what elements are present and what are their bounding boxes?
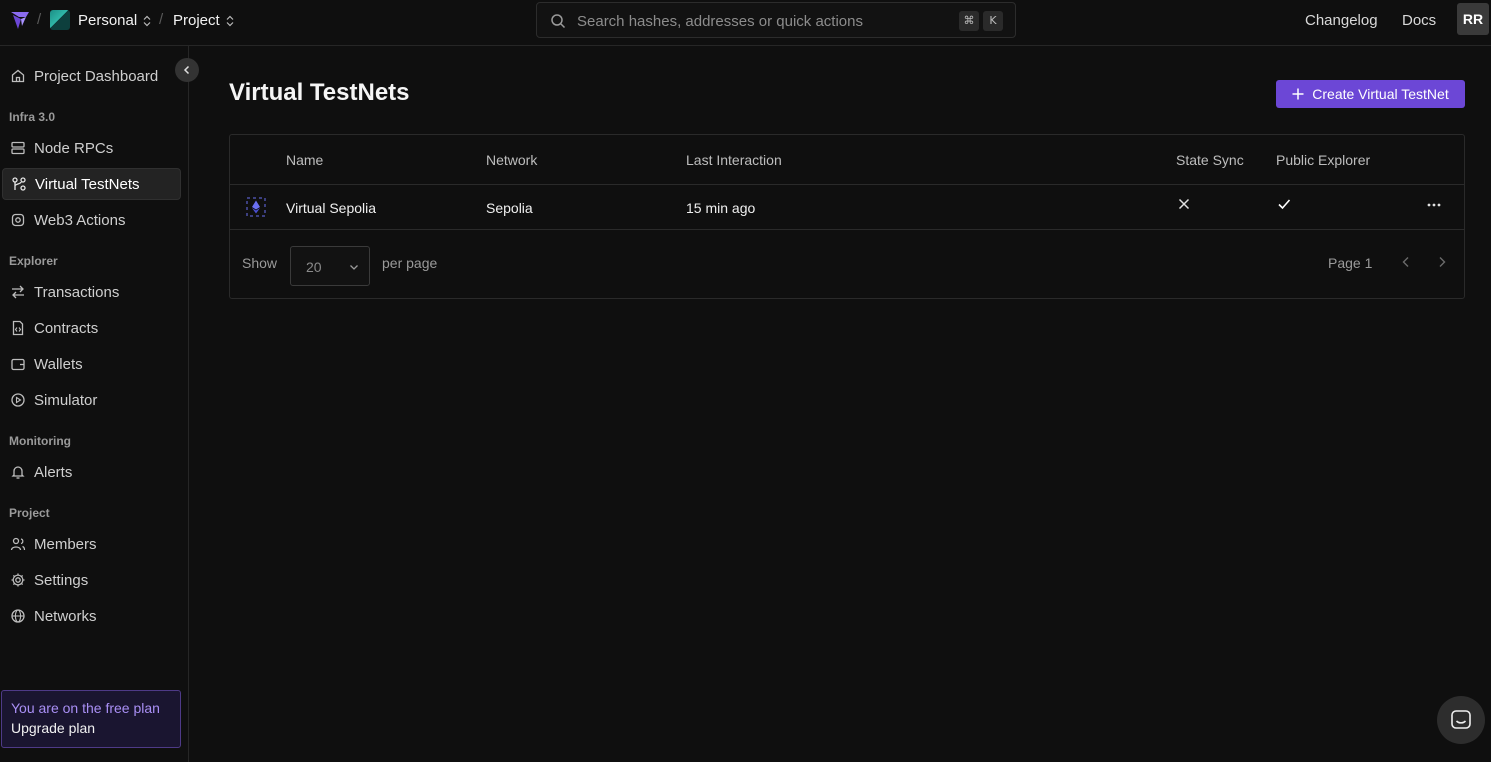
sidebar-item-transactions[interactable]: Transactions — [2, 276, 181, 308]
sidebar-item-label: Project Dashboard — [34, 67, 159, 85]
check-icon — [1278, 199, 1291, 210]
breadcrumb-separator: / — [159, 11, 164, 28]
sidebar-item-virtual-testnets[interactable]: Virtual TestNets — [2, 168, 181, 200]
collapse-sidebar-button[interactable] — [175, 58, 199, 82]
sidebar-item-label: Virtual TestNets — [35, 175, 140, 193]
sidebar-item-label: Settings — [34, 571, 89, 589]
bell-icon — [11, 466, 25, 479]
search-icon — [551, 14, 566, 29]
sidebar: Project Dashboard Infra 3.0 Node RPCs Vi… — [0, 46, 199, 762]
gear-icon — [11, 573, 25, 587]
section-project: Project — [9, 506, 50, 520]
support-chat-button[interactable] — [1437, 696, 1485, 744]
sidebar-item-wallets[interactable]: Wallets — [2, 348, 181, 380]
sidebar-item-label: Web3 Actions — [34, 211, 126, 229]
sidebar-item-node-rpcs[interactable]: Node RPCs — [2, 132, 181, 164]
column-header-name[interactable]: Name — [286, 152, 323, 168]
chevron-left-icon — [183, 65, 190, 75]
workspace-name: Personal — [78, 12, 138, 29]
chevron-down-icon — [350, 265, 358, 270]
testnets-table: Name Network Last Interaction State Sync… — [229, 134, 1465, 299]
wallet-icon — [11, 358, 25, 371]
create-virtual-testnet-button[interactable]: Create Virtual TestNet — [1276, 80, 1465, 108]
globe-icon — [11, 609, 25, 623]
file-code-icon — [12, 320, 24, 336]
users-icon — [10, 537, 26, 551]
table-row[interactable]: Virtual Sepolia Sepolia 15 min ago — [230, 184, 1464, 230]
branch-icon — [12, 177, 26, 191]
page-indicator: Page 1 — [1328, 255, 1373, 271]
page-size-value: 20 — [306, 259, 322, 275]
section-infra: Infra 3.0 — [9, 110, 56, 124]
page-title: Virtual TestNets — [229, 79, 410, 106]
testnet-network: Sepolia — [486, 200, 533, 216]
page-size-select[interactable]: 20 — [290, 246, 370, 286]
sidebar-item-project-dashboard[interactable]: Project Dashboard — [2, 60, 181, 92]
upgrade-plan-link[interactable]: Upgrade plan — [11, 720, 180, 736]
project-name: Project — [173, 12, 220, 29]
plus-icon — [1292, 88, 1304, 100]
column-header-state-sync[interactable]: State Sync — [1176, 152, 1244, 168]
chevron-updown-icon — [226, 15, 234, 26]
chevron-updown-icon — [143, 15, 151, 26]
tenderly-logo-icon[interactable] — [9, 9, 31, 31]
top-bar: / Personal / Project Search hashes, addr… — [0, 0, 1491, 46]
testnet-name[interactable]: Virtual Sepolia — [286, 200, 376, 216]
actions-icon — [11, 213, 25, 227]
sidebar-item-label: Transactions — [34, 283, 120, 301]
changelog-link[interactable]: Changelog — [1305, 12, 1378, 29]
previous-page-button[interactable] — [1398, 254, 1414, 270]
docs-link[interactable]: Docs — [1402, 12, 1436, 29]
sidebar-item-label: Wallets — [34, 355, 83, 373]
next-page-button[interactable] — [1434, 254, 1450, 270]
sidebar-item-networks[interactable]: Networks — [2, 600, 181, 632]
column-header-last-interaction[interactable]: Last Interaction — [686, 152, 782, 168]
transfer-arrows-icon — [12, 285, 24, 299]
testnet-last-interaction: 15 min ago — [686, 200, 756, 216]
ethereum-icon — [246, 197, 266, 217]
sidebar-item-contracts[interactable]: Contracts — [2, 312, 181, 344]
sidebar-item-web3-actions[interactable]: Web3 Actions — [2, 204, 181, 236]
sidebar-item-label: Members — [34, 535, 97, 553]
section-explorer: Explorer — [9, 254, 58, 268]
shortcut-k-key: K — [983, 11, 1003, 31]
server-icon — [11, 141, 25, 155]
sidebar-item-simulator[interactable]: Simulator — [2, 384, 181, 416]
show-label: Show — [242, 255, 278, 271]
sidebar-item-label: Contracts — [34, 319, 99, 337]
plan-banner: You are on the free plan Upgrade plan — [1, 690, 181, 748]
section-monitoring: Monitoring — [9, 434, 71, 448]
project-switcher[interactable]: Project — [173, 12, 234, 29]
sidebar-item-members[interactable]: Members — [2, 528, 181, 560]
column-header-public-explorer[interactable]: Public Explorer — [1276, 152, 1370, 168]
sidebar-item-label: Alerts — [34, 463, 73, 481]
search-input[interactable]: Search hashes, addresses or quick action… — [536, 2, 1016, 38]
breadcrumb-separator: / — [37, 11, 42, 28]
more-options-icon[interactable] — [1426, 197, 1442, 213]
sidebar-item-alerts[interactable]: Alerts — [2, 456, 181, 488]
x-icon — [1178, 198, 1190, 210]
column-header-network[interactable]: Network — [486, 152, 537, 168]
search-placeholder: Search hashes, addresses or quick action… — [577, 13, 863, 30]
home-icon — [11, 69, 25, 83]
sidebar-item-label: Networks — [34, 607, 97, 625]
plan-text: You are on the free plan — [11, 700, 160, 716]
per-page-label: per page — [382, 255, 438, 271]
sidebar-item-label: Simulator — [34, 391, 98, 409]
create-button-label: Create Virtual TestNet — [1312, 86, 1449, 102]
workspace-avatar — [50, 10, 70, 30]
workspace-switcher[interactable]: Personal — [78, 12, 151, 29]
shortcut-cmd-key: ⌘ — [959, 11, 979, 31]
play-circle-icon — [11, 393, 25, 407]
sidebar-item-settings[interactable]: Settings — [2, 564, 181, 596]
chat-icon — [1451, 710, 1471, 729]
user-avatar[interactable]: RR — [1457, 3, 1489, 35]
sidebar-item-label: Node RPCs — [34, 139, 114, 157]
